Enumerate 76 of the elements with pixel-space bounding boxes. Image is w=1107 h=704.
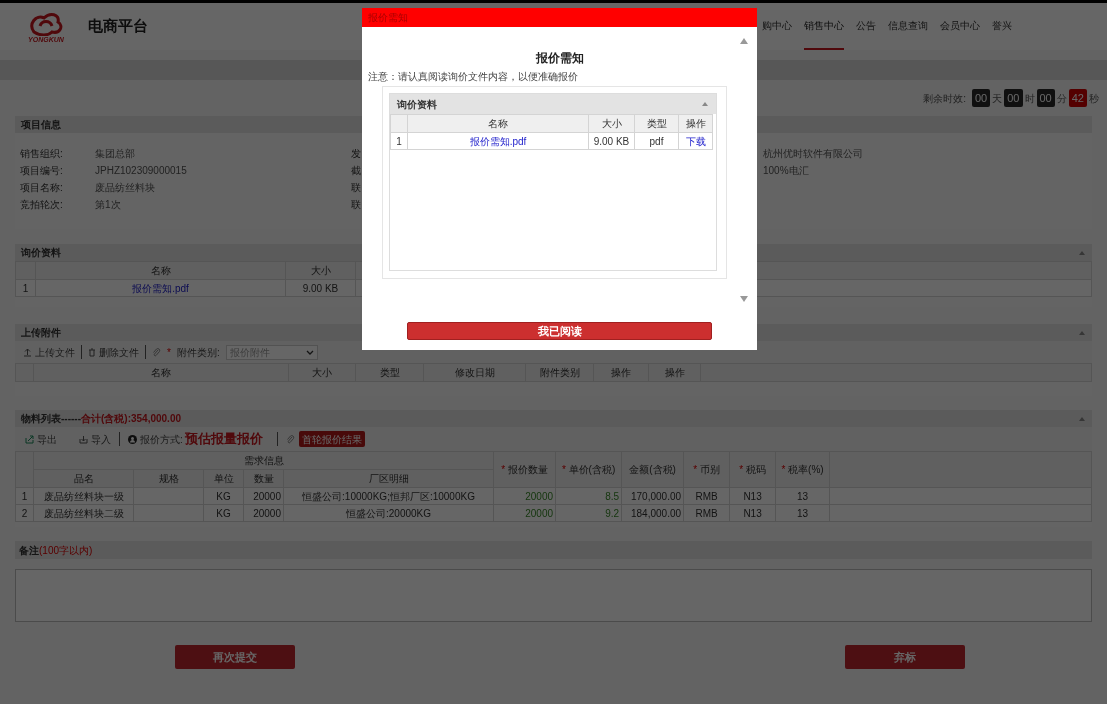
column-header: 大小: [285, 261, 356, 280]
column-header: 名称: [35, 261, 286, 280]
column-header: * 税码: [739, 464, 766, 475]
column-header: * 单价(含税): [561, 464, 616, 475]
action-button[interactable]: 弃标: [845, 645, 965, 669]
upload-icon: [23, 347, 32, 357]
field-label: 报价方式:: [140, 432, 183, 447]
column-header: 金额(含税): [629, 464, 676, 475]
column-header: 操作: [593, 363, 649, 382]
section-title: 上传附件: [21, 326, 61, 340]
countdown-digits: 42: [1068, 88, 1087, 108]
nav-link[interactable]: 销售中心: [804, 3, 844, 50]
field-label: 项目编号:: [20, 164, 64, 178]
chevron-down-icon: [305, 349, 314, 355]
column-header: 名称: [407, 114, 589, 133]
nav-link[interactable]: 会员中心: [940, 3, 980, 50]
export-icon: [25, 434, 34, 444]
import-button[interactable]: 导入: [79, 431, 111, 447]
nav-link[interactable]: 购中心: [762, 3, 792, 50]
trash-icon: [88, 347, 96, 357]
section-title: 询价资料: [397, 97, 437, 112]
nav-link[interactable]: 信息查询: [888, 3, 928, 50]
column-header: 类型: [634, 114, 679, 133]
import-icon: [79, 434, 88, 444]
field-label: 发: [351, 147, 362, 161]
column-header: 大小: [288, 363, 356, 382]
total-amount: 合计(含税):354,000.00: [81, 412, 182, 426]
column-header: 名称: [33, 363, 289, 382]
column-header: * 币别: [693, 464, 720, 475]
column-header: 操作: [648, 363, 701, 382]
column-header: 附件类别: [525, 363, 594, 382]
column-header: 修改日期: [423, 363, 526, 382]
field-label: 联: [351, 198, 362, 212]
section-title: 询价资料: [21, 246, 61, 260]
field-label: 项目名称:: [20, 181, 64, 195]
collapse-icon: [1078, 415, 1086, 422]
column-header: * 报价数量: [501, 464, 548, 475]
field-label: 截: [351, 164, 362, 178]
dialog-title: 报价需知: [362, 8, 757, 27]
field-label: 销售组织:: [20, 147, 64, 161]
collapse-icon: [701, 101, 709, 107]
collapse-icon: [1078, 329, 1086, 336]
column-header: 类型: [355, 363, 424, 382]
first-round-result-button[interactable]: 首轮报价结果: [298, 431, 365, 447]
collapse-icon: [1078, 249, 1086, 256]
field-label: 竞拍轮次:: [20, 198, 64, 212]
nav-link[interactable]: 公告: [856, 3, 876, 50]
site-title: 电商平台: [88, 16, 148, 37]
column-header: 操作: [678, 114, 713, 133]
field-label: 联: [351, 181, 362, 195]
delete-button[interactable]: 删除文件: [88, 344, 139, 360]
column-group-header: 需求信息: [33, 451, 494, 470]
nav-link[interactable]: 誉兴: [992, 3, 1012, 50]
export-button[interactable]: 导出: [25, 431, 57, 447]
quote-mode-value: 预估报量报价: [184, 430, 263, 449]
section-title: 项目信息: [21, 118, 61, 132]
section-title: 物料列表------: [21, 412, 81, 426]
section-title: 备注(100字以内): [19, 543, 93, 558]
column-header: 大小: [588, 114, 635, 133]
user-circle-icon: [128, 434, 137, 444]
dialog-heading: 报价需知: [534, 50, 585, 67]
countdown-unit: 天: [992, 91, 1003, 106]
dialog-note: 注意：请认真阅读询价文件内容，以便准确报价: [367, 70, 579, 84]
required-mark: *: [167, 345, 171, 360]
action-button[interactable]: 再次提交: [175, 645, 295, 669]
paperclip-icon: [285, 434, 295, 444]
countdown-digits: 00: [1036, 88, 1055, 108]
column-header: * 税率(%): [781, 464, 824, 475]
scroll-up-icon: [740, 38, 748, 44]
confirm-read-button[interactable]: 我已阅读: [407, 322, 712, 340]
countdown-digits: 00: [972, 88, 991, 108]
field-value: JPHZ102309000015: [95, 164, 188, 178]
countdown-digits: 00: [1004, 88, 1023, 108]
remarks-field[interactable]: [15, 569, 1092, 622]
paperclip-icon: [152, 347, 161, 357]
field-value: 第1次: [95, 198, 122, 212]
